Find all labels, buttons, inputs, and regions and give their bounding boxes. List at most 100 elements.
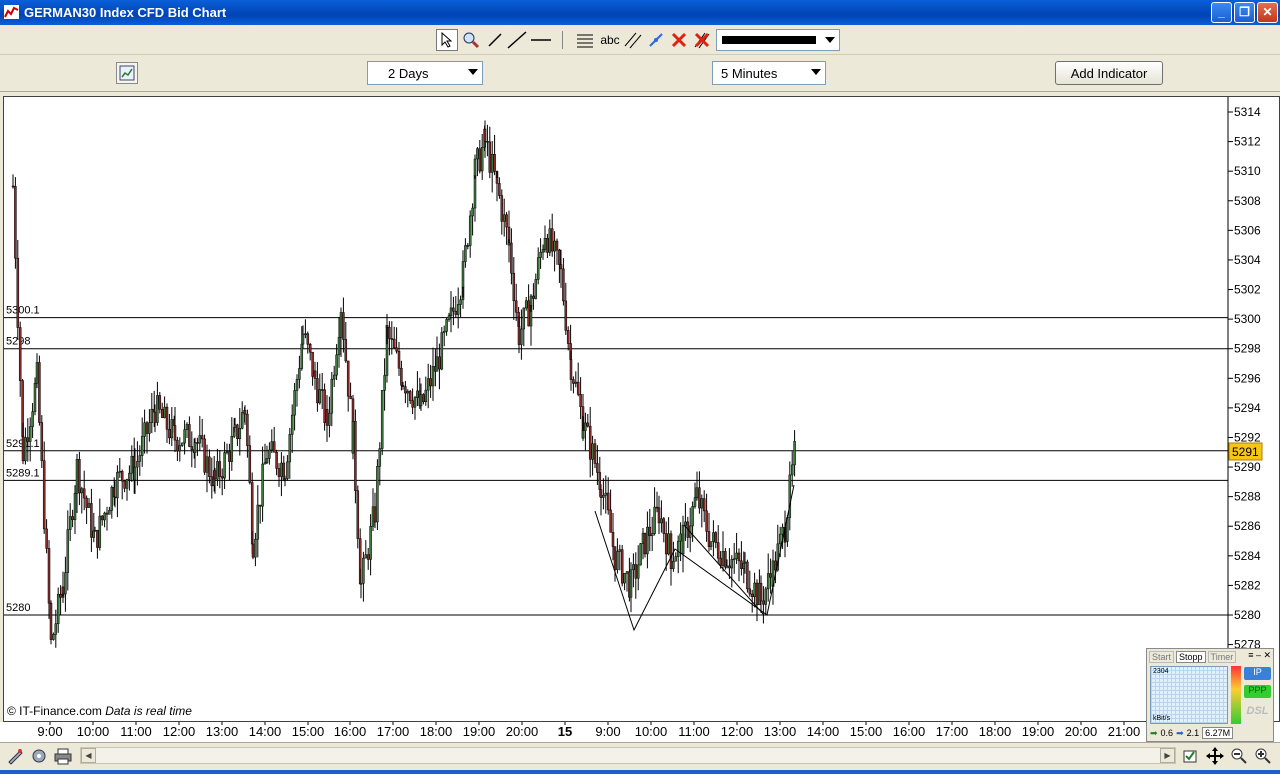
delete-all-icon[interactable] [691, 29, 713, 51]
candle-down [397, 350, 401, 369]
upload-speed: 2.1 [1186, 728, 1200, 738]
candle-up [330, 378, 334, 414]
candle-up [31, 411, 34, 427]
candle-up [87, 503, 91, 508]
interval-select[interactable]: 5 Minutes [712, 61, 826, 85]
line-color-select[interactable] [716, 29, 840, 51]
candle-up [602, 495, 605, 498]
candle-up [103, 512, 106, 521]
candle-up [790, 464, 794, 476]
candle-up [473, 175, 477, 209]
move-icon[interactable] [1204, 745, 1226, 767]
settings-icon[interactable] [28, 745, 50, 767]
chart-settings-icon[interactable] [116, 62, 138, 84]
x-tick-label: 11:00 [678, 724, 710, 739]
candle-up [380, 390, 384, 449]
print-icon[interactable] [52, 745, 74, 767]
close-button[interactable]: ✕ [1257, 2, 1278, 23]
scroll-left-button[interactable]: ◀ [81, 748, 96, 763]
candle-up [256, 504, 260, 540]
channel-icon[interactable] [622, 29, 644, 51]
candle-up [464, 245, 467, 262]
text-icon[interactable]: abc [598, 29, 622, 51]
candle-up [223, 452, 226, 479]
horizontal-line-icon[interactable] [530, 29, 552, 51]
candle-down [158, 395, 162, 410]
fibonacci-icon[interactable] [574, 29, 596, 51]
price-chart[interactable]: 5314 5312 5310 5308 5306 5304 5302 5300 5298 5296… [3, 96, 1280, 722]
candle-up [337, 337, 341, 356]
x-tick-label: 17:00 [936, 724, 969, 739]
candle-up [632, 564, 635, 571]
candle-up [691, 506, 694, 527]
ppp-button[interactable]: PPP [1244, 685, 1271, 698]
candlestick-chart[interactable]: 5314 5312 5310 5308 5306 5304 5302 5300 5298 5296… [4, 97, 1279, 721]
candle-up [435, 356, 439, 372]
candle-up [225, 451, 229, 453]
y-tick-label: 5280 [1234, 608, 1261, 622]
candle-down [344, 339, 348, 362]
minimize-button[interactable]: _ [1211, 2, 1232, 23]
x-tick-label: 9:00 [37, 724, 62, 739]
draw-tool-icon[interactable] [4, 745, 26, 767]
candle-up [783, 541, 787, 543]
candle-down [356, 490, 360, 539]
zoom-in-icon[interactable] [1252, 745, 1274, 767]
candle-down [395, 347, 398, 352]
candle-up [318, 389, 322, 404]
candle-down [123, 480, 126, 489]
meter-stats: ➡ 0.6 ➡ 2.1 6.27M [1150, 727, 1234, 739]
candle-up [529, 295, 533, 306]
scroll-right-button[interactable]: ▶ [1160, 748, 1175, 763]
candle-down [113, 496, 117, 499]
candle-down [558, 249, 561, 265]
title-bar: GERMAN30 Index CFD Bid Chart _ ❐ ✕ [0, 0, 1280, 25]
candle-down [750, 593, 754, 597]
candle-up [604, 492, 608, 496]
period-select[interactable]: 2 Days [367, 61, 483, 85]
candle-down [306, 333, 310, 345]
candle-down [228, 451, 231, 462]
zoom-icon[interactable] [460, 29, 482, 51]
ip-button[interactable]: IP [1244, 667, 1271, 680]
chevron-down-icon [825, 37, 835, 43]
meter-tab-start[interactable]: Start [1149, 651, 1175, 663]
candle-up [735, 552, 738, 560]
delete-icon[interactable] [668, 29, 690, 51]
candle-down [71, 516, 74, 520]
candle-up [424, 389, 428, 403]
candle-up [674, 556, 678, 562]
candle-up [371, 506, 375, 527]
candle-down [385, 325, 389, 328]
candle-up [721, 551, 725, 566]
candle-up [743, 561, 747, 564]
bottom-toolbar: ◀ ▶ [0, 742, 1280, 770]
meter-graph: 2304 kBit/s [1150, 666, 1228, 724]
candle-down [160, 408, 164, 418]
zoom-out-icon[interactable] [1228, 745, 1250, 767]
candle-up [490, 153, 494, 173]
time-scrollbar[interactable]: ◀ ▶ [80, 747, 1176, 764]
maximize-button[interactable]: ❐ [1234, 2, 1255, 23]
candle-up [286, 461, 289, 479]
candle-up [383, 375, 386, 391]
x-tick-label: 15:00 [292, 724, 325, 739]
meter-tab-timer[interactable]: Timer [1207, 651, 1237, 663]
candle-down [392, 338, 396, 349]
trendline-icon[interactable] [506, 29, 528, 51]
meter-tab-stopp[interactable]: Stopp [1176, 651, 1206, 663]
line-icon[interactable] [484, 29, 506, 51]
export-icon[interactable] [1180, 745, 1200, 767]
meter-window-controls[interactable]: ≡ – ✕ [1248, 650, 1271, 661]
candle-down [505, 214, 508, 228]
pointer-icon[interactable] [436, 29, 458, 51]
add-indicator-button[interactable]: Add Indicator [1055, 61, 1163, 85]
candle-down [762, 600, 765, 605]
candle-down [662, 518, 666, 534]
candle-down [569, 359, 573, 380]
level-label: 5289.1 [6, 467, 40, 479]
crosshair-icon[interactable] [645, 29, 667, 51]
candle-up [574, 381, 578, 384]
y-tick-label: 5288 [1234, 490, 1261, 504]
candle-up [130, 455, 134, 474]
